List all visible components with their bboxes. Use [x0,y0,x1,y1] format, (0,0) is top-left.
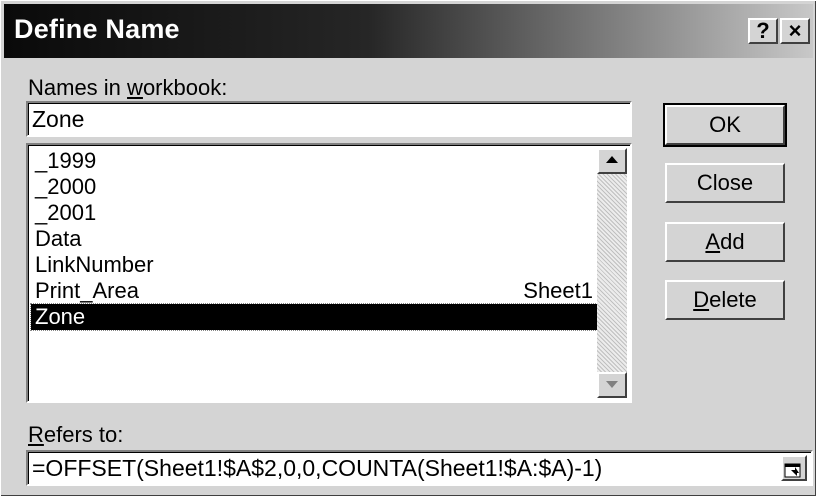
list-scrollbar[interactable] [597,148,627,398]
close-icon: × [788,18,802,43]
close-button[interactable]: × [780,18,810,44]
name-input[interactable]: Zone [26,101,632,137]
list-item-name: Data [35,226,82,251]
ok-button[interactable]: OK [663,103,787,147]
down-arrow-icon [606,381,618,388]
list-item[interactable]: LinkNumber [31,252,599,278]
scroll-up-button[interactable] [597,148,627,174]
define-name-dialog: Define Name ? × Names in workbook: Zone … [0,0,817,497]
collapse-dialog-icon [784,463,801,478]
delete-button[interactable]: Delete [665,280,785,320]
list-item[interactable]: Data [31,226,599,252]
delete-button-label: Delete [693,287,757,312]
dialog-title: Define Name [14,14,180,44]
names-list[interactable]: _1999 _2000 _2001 Data LinkNumber Print_Area S… [26,143,632,403]
refers-to-field[interactable]: =OFFSET(Sheet1!$A$2,0,0,COUNTA(Sheet1!$A… [26,450,813,486]
list-item-name: LinkNumber [35,252,154,277]
list-item[interactable]: _1999 [31,148,599,174]
add-button-label: Add [705,229,745,254]
collapse-dialog-button[interactable] [781,455,807,481]
list-item-sheet: Sheet1 [523,278,593,303]
ok-button-label: OK [709,112,741,137]
list-item-name: Print_Area [35,278,139,303]
refers-to-label: Refers to: [28,422,124,447]
list-item-name: Zone [35,304,86,329]
scroll-down-button[interactable] [597,372,627,398]
list-item[interactable]: _2000 [31,174,599,200]
close-dialog-button[interactable]: Close [665,163,785,203]
list-item-name: _1999 [35,148,97,173]
close-button-label: Close [696,170,754,195]
add-button[interactable]: Add [665,222,785,262]
names-in-workbook-label: Names in workbook: [28,75,228,100]
list-item-name: _2000 [35,174,97,199]
title-bar[interactable]: Define Name ? × [4,4,813,58]
list-item-name: _2001 [35,200,97,225]
up-arrow-icon [606,156,618,163]
list-item[interactable]: _2001 [31,200,599,226]
list-item[interactable]: Print_Area Sheet1 [31,278,599,304]
list-item[interactable]: Zone [30,303,600,331]
help-icon: ? [756,18,770,43]
help-button[interactable]: ? [748,18,778,44]
refers-to-value: =OFFSET(Sheet1!$A$2,0,0,COUNTA(Sheet1!$A… [32,455,603,481]
